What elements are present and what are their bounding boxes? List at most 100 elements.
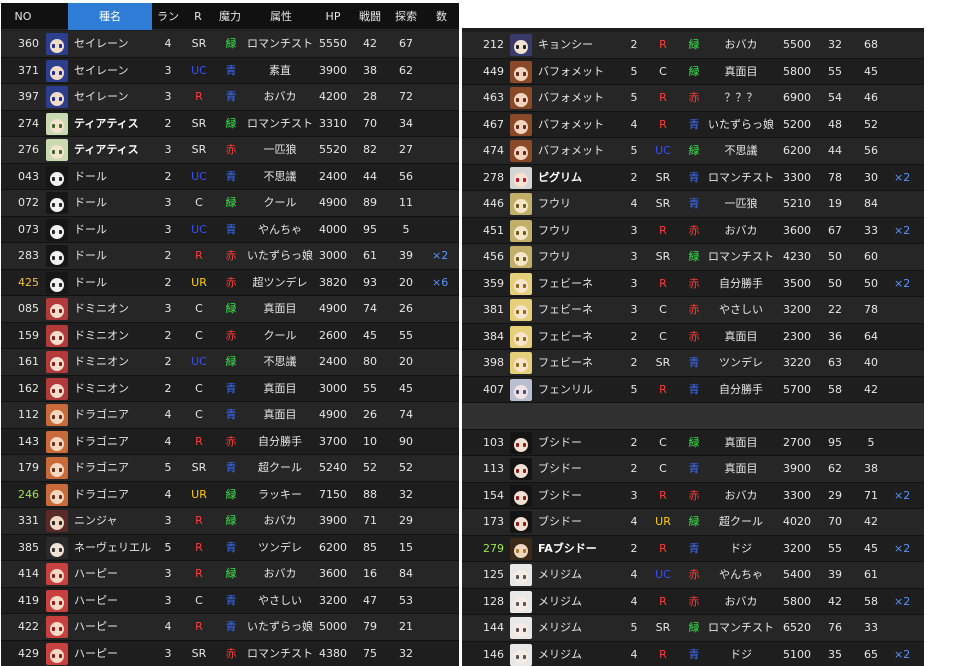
avatar-red-hair-icon <box>46 298 68 320</box>
species-name: セイレーン <box>74 37 129 50</box>
table-row[interactable]: 154 ブシドー 3 R 赤おバカ 3300 29 71 ×2 <box>462 482 924 509</box>
rarity-value: SR <box>191 646 207 660</box>
attribute-value: クール <box>263 328 297 342</box>
species-name: ドール <box>74 222 107 236</box>
table-row[interactable]: 279 FAブシドー 2 R 青ドジ 3200 55 45 ×2 <box>462 535 924 562</box>
avatar-eye <box>516 204 519 208</box>
table-row[interactable]: 146 メリジム 4 R 青ドジ 5100 35 65 ×2 <box>462 641 924 666</box>
count-value <box>432 614 458 640</box>
header-rarity[interactable]: R <box>184 3 212 30</box>
table-row[interactable]: 283 ドール 2 R 赤いたずらっ娘 3000 61 39 ×2 <box>1 243 459 270</box>
header-attribute[interactable]: 属性 <box>248 3 314 30</box>
table-row[interactable]: 162 ドミニオン 2 C 青 真面目 3000 55 45 <box>1 375 459 402</box>
header-count[interactable]: 数 <box>424 3 459 30</box>
monster-number: 278 <box>483 170 504 184</box>
avatar-eye <box>516 575 519 579</box>
table-row[interactable]: 467 バフォメット 4 R 青いたずらっ娘 5200 48 52 <box>462 111 924 138</box>
table-row[interactable]: 246 ドラゴニア 4 UR 緑 ラッキー 7150 88 32 <box>1 481 459 508</box>
table-row[interactable]: 407 フェンリル 5 R 青自分勝手 5700 58 42 <box>462 376 924 403</box>
table-row[interactable]: 385 ネーヴェリエル 5 R 青 ツンデレ 6200 85 15 <box>1 534 459 561</box>
avatar-eye <box>523 389 526 394</box>
header-magic[interactable]: 魔力 <box>212 3 248 30</box>
attribute-value: ツンデレ <box>719 356 763 369</box>
table-row[interactable]: 144 メリジム 5 SR 緑ロマンチスト 6520 76 33 <box>462 615 924 642</box>
count-value <box>432 535 458 561</box>
rarity-value: SR <box>655 621 671 634</box>
table-row[interactable]: 371 セイレーン 3 UC 青 素直 3900 38 62 <box>1 57 459 84</box>
magic-value: 赤 <box>225 328 237 342</box>
hp-value: 2400 <box>319 169 347 183</box>
table-row[interactable]: 425 ドール 2 UR 赤 超ツンデレ 3820 93 20 ×6 <box>1 269 459 296</box>
table-row[interactable]: 125 メリジム 4 UC 赤やんちゃ 5400 39 61 <box>462 562 924 589</box>
species-name: ドラゴニア <box>74 434 129 448</box>
hp-value: 3820 <box>319 275 347 289</box>
table-row[interactable]: 212 キョンシー 2 R 緑おバカ 5500 32 68 <box>462 32 924 59</box>
table-row[interactable]: 429 ハーピー 3 SR 赤ロマンチスト 4380 75 32 <box>1 640 459 666</box>
table-row[interactable]: 159 ドミニオン 2 C 赤 クール 2600 45 55 <box>1 322 459 349</box>
avatar-eye <box>523 204 526 208</box>
table-row[interactable]: 397 セイレーン 3 R 青 おバカ 4200 28 72 <box>1 84 459 111</box>
table-row[interactable]: 359 フェビーネ 3 R 赤自分勝手 3500 50 50 ×2 <box>462 270 924 297</box>
species-name: ドミニオン <box>74 302 129 315</box>
table-row[interactable]: 398 フェビーネ 2 SR 青ツンデレ 3220 63 40 <box>462 350 924 377</box>
count-value: ×2 <box>894 170 911 184</box>
search-value: 90 <box>399 434 413 448</box>
table-row[interactable]: 331 ニンジャ 3 R 緑 おバカ 3900 71 29 <box>1 508 459 535</box>
magic-value: 緑 <box>225 355 237 368</box>
rarity-value: R <box>659 276 667 290</box>
header-species[interactable]: 種名 <box>68 3 152 30</box>
header-search[interactable]: 探索 <box>388 3 424 30</box>
table-row[interactable]: 072 ドール 3 C 緑 クール 4900 89 11 <box>1 190 459 217</box>
table-row[interactable]: 422 ハーピー 4 R 青いたずらっ娘 5000 79 21 <box>1 614 459 641</box>
search-value: 71 <box>864 488 878 502</box>
table-row[interactable]: 276 ティアティス 3 SR 赤 一匹狼 5520 82 27 <box>1 137 459 164</box>
table-row[interactable]: 456 フウリ 3 SR 緑ロマンチスト 4230 50 60 <box>462 244 924 271</box>
search-value: 40 <box>864 356 878 369</box>
table-row[interactable]: 446 フウリ 4 SR 青一匹狼 5210 19 84 <box>462 191 924 218</box>
table-row[interactable]: 278 ピグリム 2 SR 青ロマンチスト 3300 78 30 ×2 <box>462 164 924 191</box>
hp-value: 3200 <box>783 303 811 316</box>
table-row[interactable]: 463 バフォメット 5 R 赤？？？ 6900 54 46 <box>462 85 924 112</box>
table-row[interactable]: 419 ハーピー 3 C 青 やさしい 3200 47 53 <box>1 587 459 614</box>
battle-value: 50 <box>828 276 842 290</box>
table-row[interactable]: 143 ドラゴニア 4 R 赤 自分勝手 3700 10 90 <box>1 428 459 455</box>
header-no[interactable]: NO <box>1 3 45 30</box>
search-value: 42 <box>864 382 878 396</box>
monster-number: 146 <box>483 647 504 661</box>
header-hp[interactable]: HP <box>314 3 352 30</box>
search-value: 84 <box>399 567 413 580</box>
rank-value: 3 <box>630 276 638 290</box>
table-row[interactable]: 381 フェビーネ 3 C 赤やさしい 3200 22 78 <box>462 297 924 324</box>
monster-number: 113 <box>483 462 504 475</box>
search-value: 26 <box>399 302 413 315</box>
table-row[interactable]: 128 メリジム 4 R 赤おバカ 5800 42 58 ×2 <box>462 588 924 615</box>
monster-number: 161 <box>18 355 39 368</box>
table-row[interactable]: 179 ドラゴニア 5 SR 青 超クール 5240 52 52 <box>1 455 459 482</box>
table-row[interactable]: 414 ハーピー 3 R 緑 おバカ 3600 16 84 <box>1 561 459 588</box>
table-row[interactable]: 384 フェビーネ 2 C 赤真面目 2300 36 64 <box>462 323 924 350</box>
species-name: フェンリル <box>538 382 593 396</box>
table-row[interactable]: 085 ドミニオン 3 C 緑 真面目 4900 74 26 <box>1 296 459 323</box>
table-row[interactable]: 451 フウリ 3 R 赤おバカ 3600 67 33 ×2 <box>462 217 924 244</box>
table-row[interactable]: 173 ブシドー 4 UR 緑超クール 4020 70 42 <box>462 509 924 536</box>
table-row[interactable]: 073 ドール 3 UC 青 やんちゃ 4000 95 5 <box>1 216 459 243</box>
table-row[interactable]: 161 ドミニオン 2 UC 緑 不思議 2400 80 20 <box>1 349 459 376</box>
table-row[interactable]: 449 バフォメット 5 C 緑真面目 5800 55 45 <box>462 58 924 85</box>
table-row[interactable]: 274 ティアティス 2 SR 緑ロマンチスト 3310 70 34 <box>1 110 459 137</box>
avatar-eye <box>523 469 526 473</box>
species-name: メリジム <box>538 568 582 581</box>
table-row[interactable]: 474 バフォメット 5 UC 緑不思議 6200 44 56 <box>462 138 924 165</box>
rarity-value: SR <box>191 116 207 130</box>
header-rank[interactable]: ランク <box>152 3 184 50</box>
table-row[interactable]: 360 セイレーン 4 SR 緑ロマンチスト 5550 42 67 <box>1 31 459 58</box>
table-row[interactable]: 043 ドール 2 UC 青 不思議 2400 44 56 <box>1 163 459 190</box>
magic-value: 青 <box>225 381 237 395</box>
attribute-value: 真面目 <box>724 329 758 343</box>
avatar-eye <box>59 362 62 366</box>
table-row[interactable]: 103 ブシドー 2 C 緑真面目 2700 95 5 <box>462 429 924 456</box>
table-row[interactable]: 112 ドラゴニア 4 C 青 真面目 4900 26 74 <box>1 402 459 429</box>
search-value: 74 <box>399 408 413 421</box>
header-battle[interactable]: 戦闘 <box>352 3 388 30</box>
table-row-spacer <box>462 403 924 430</box>
table-row[interactable]: 113 ブシドー 2 C 青真面目 3900 62 38 <box>462 456 924 483</box>
